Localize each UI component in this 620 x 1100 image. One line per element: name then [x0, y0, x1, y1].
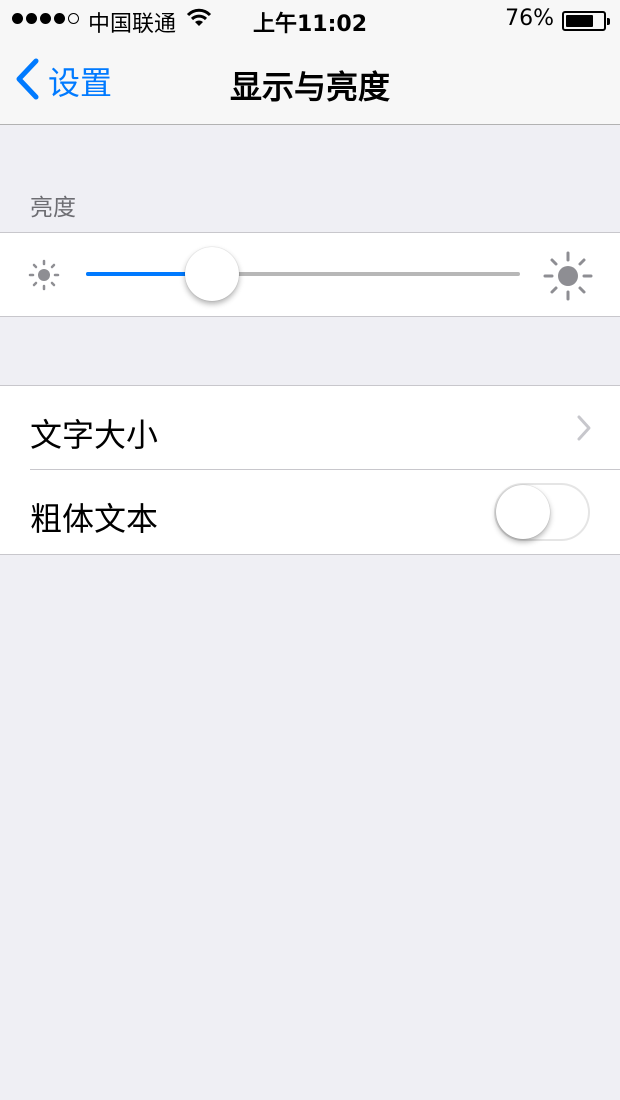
- brightness-group: [0, 232, 620, 317]
- section-header-brightness: 亮度: [30, 195, 76, 221]
- bold-text-row: 粗体文本: [0, 470, 620, 554]
- battery-percent: 76%: [505, 6, 554, 31]
- brightness-slider-thumb[interactable]: [184, 247, 239, 301]
- text-size-label: 文字大小: [30, 416, 159, 454]
- toggle-knob: [496, 485, 550, 539]
- status-bar: 中国联通 上午11:02 76%: [0, 0, 620, 40]
- brightness-slider[interactable]: [86, 247, 520, 301]
- text-size-row[interactable]: 文字大小: [0, 386, 620, 470]
- bold-text-label: 粗体文本: [30, 500, 159, 538]
- navigation-bar: 设置 显示与亮度: [0, 40, 620, 125]
- text-settings-group: 文字大小 粗体文本: [0, 385, 620, 555]
- chevron-right-icon: [576, 414, 592, 446]
- page-title: 显示与亮度: [229, 68, 390, 106]
- sun-large-icon: [543, 251, 593, 305]
- battery-icon: [562, 11, 610, 31]
- bold-text-toggle[interactable]: [494, 483, 590, 541]
- sun-small-icon: [28, 259, 60, 295]
